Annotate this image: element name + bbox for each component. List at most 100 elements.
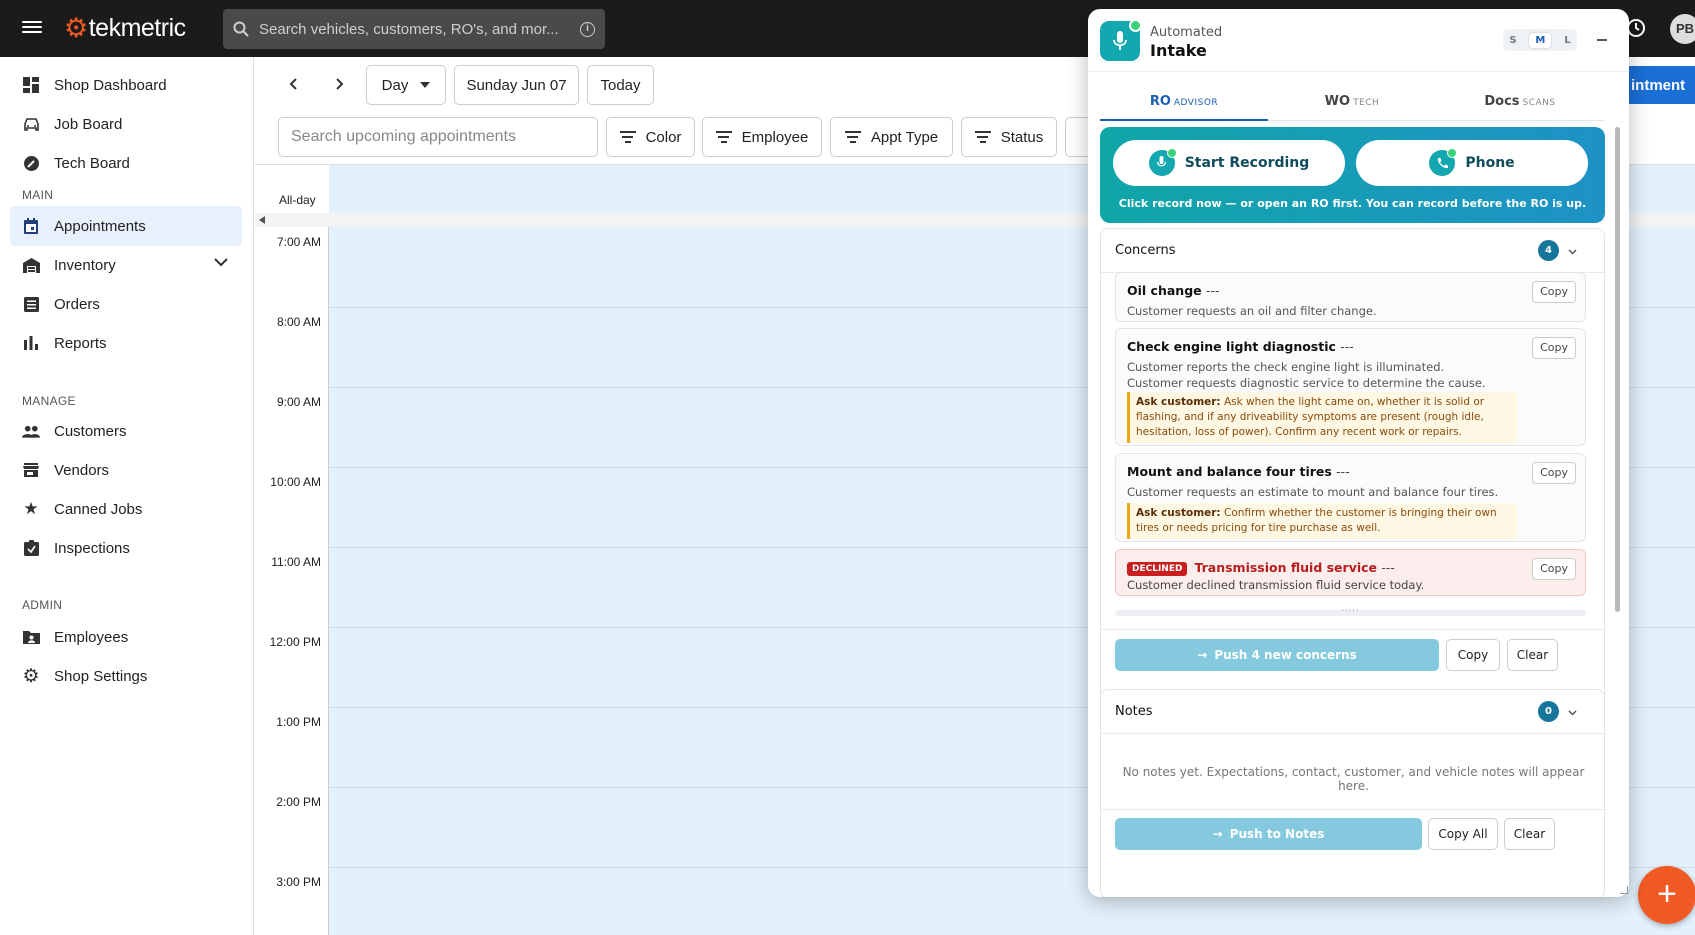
tab-label: Docs bbox=[1484, 94, 1520, 109]
all-day-label: All-day bbox=[279, 193, 316, 207]
concern-title-dash: --- bbox=[1205, 283, 1220, 298]
sidebar-item-label: Tech Board bbox=[54, 154, 130, 172]
clock-icon[interactable] bbox=[1626, 18, 1646, 38]
wrench-gear-icon: ⚙ bbox=[64, 12, 88, 43]
concerns-title: Concerns bbox=[1115, 243, 1176, 258]
clipboard-icon bbox=[22, 539, 40, 557]
copy-button[interactable]: Copy bbox=[1532, 558, 1576, 580]
panel-scrollbar[interactable] bbox=[1615, 127, 1620, 612]
sidebar-item-shop-settings[interactable]: ⚙ Shop Settings bbox=[10, 656, 242, 696]
people-icon bbox=[22, 422, 40, 440]
copy-button[interactable]: Copy bbox=[1532, 281, 1576, 303]
info-icon[interactable]: i bbox=[580, 21, 595, 37]
sidebar-item-label: Reports bbox=[54, 334, 107, 352]
sidebar-item-employees[interactable]: Employees bbox=[10, 617, 242, 657]
time-label: 9:00 AM bbox=[276, 395, 321, 409]
concern-title-text: Oil change bbox=[1127, 283, 1202, 298]
sidebar-item-job-board[interactable]: Job Board bbox=[10, 104, 242, 144]
concern-card-declined: DECLINED Transmission fluid service --- C… bbox=[1115, 549, 1586, 596]
chevron-down-icon[interactable] bbox=[1568, 708, 1577, 717]
bar-chart-icon bbox=[22, 334, 40, 352]
global-search[interactable]: Search vehicles, customers, RO's, and mo… bbox=[223, 9, 605, 49]
size-m-button[interactable]: M bbox=[1529, 32, 1552, 48]
minimize-icon[interactable] bbox=[1597, 39, 1607, 41]
ask-customer-label: Ask customer: bbox=[1136, 396, 1221, 408]
ask-customer-callout: Ask customer: Confirm whether the custom… bbox=[1127, 503, 1517, 539]
sidebar-item-vendors[interactable]: Vendors bbox=[10, 450, 242, 490]
microphone-icon bbox=[1113, 31, 1127, 50]
copy-all-notes-button[interactable]: Copy All bbox=[1428, 818, 1498, 850]
chevron-left-icon[interactable] bbox=[288, 78, 300, 90]
concern-title-text: Check engine light diagnostic bbox=[1127, 339, 1336, 354]
tab-wo-tech[interactable]: WO TECH bbox=[1268, 83, 1436, 121]
arrow-right-icon: → bbox=[1212, 827, 1223, 841]
panel-resize-grip[interactable] bbox=[1620, 886, 1628, 894]
size-l-button[interactable]: L bbox=[1564, 35, 1570, 46]
push-notes-button[interactable]: → Push to Notes bbox=[1115, 818, 1422, 850]
view-select[interactable]: Day bbox=[366, 65, 446, 105]
concern-card: Oil change --- Customer requests an oil … bbox=[1115, 272, 1586, 322]
sidebar-item-reports[interactable]: Reports bbox=[10, 323, 242, 363]
concern-title-dash: --- bbox=[1381, 560, 1395, 575]
clear-concerns-button[interactable]: Clear bbox=[1507, 639, 1558, 671]
sidebar-item-customers[interactable]: Customers bbox=[10, 411, 242, 451]
concern-description: Customer reports the check engine light … bbox=[1127, 360, 1486, 390]
copy-concerns-button[interactable]: Copy bbox=[1446, 639, 1500, 671]
menu-icon[interactable] bbox=[22, 18, 42, 38]
brand-name: tekmetric bbox=[88, 13, 186, 42]
view-select-value: Day bbox=[381, 76, 409, 94]
size-s-button[interactable]: S bbox=[1509, 35, 1516, 46]
sidebar-item-inventory[interactable]: Inventory bbox=[10, 245, 242, 285]
brand-logo[interactable]: ⚙ tekmetric bbox=[64, 13, 186, 43]
filter-status-button[interactable]: Status bbox=[961, 117, 1057, 157]
sidebar-item-orders[interactable]: Orders bbox=[10, 284, 242, 324]
sidebar-item-shop-dashboard[interactable]: Shop Dashboard bbox=[10, 65, 242, 105]
push-concerns-button[interactable]: → Push 4 new concerns bbox=[1115, 639, 1439, 671]
today-button[interactable]: Today bbox=[587, 65, 654, 105]
date-picker-button[interactable]: Sunday Jun 07 bbox=[454, 65, 579, 105]
concern-title: Oil change --- bbox=[1127, 283, 1220, 298]
time-label: 8:00 AM bbox=[276, 315, 321, 329]
mic-badge bbox=[1100, 19, 1142, 61]
filter-appt-type-button[interactable]: Appt Type bbox=[830, 117, 953, 157]
scroll-left-icon[interactable] bbox=[259, 216, 265, 224]
start-recording-button[interactable]: Start Recording bbox=[1113, 140, 1345, 186]
appointment-search-input[interactable]: Search upcoming appointments bbox=[278, 117, 598, 157]
filter-employee-button[interactable]: Employee bbox=[702, 117, 822, 157]
sidebar-item-tech-board[interactable]: Tech Board bbox=[10, 143, 242, 183]
panel-tabs: RO ADVISOR WO TECH Docs SCANS bbox=[1100, 83, 1605, 121]
concern-description: Customer declined transmission fluid ser… bbox=[1127, 578, 1425, 592]
sidebar-item-appointments[interactable]: Appointments bbox=[10, 206, 242, 246]
filter-color-button[interactable]: Color bbox=[606, 117, 695, 157]
clear-notes-button[interactable]: Clear bbox=[1504, 818, 1555, 850]
notes-header[interactable]: Notes 0 bbox=[1101, 690, 1604, 734]
filter-label: Color bbox=[645, 128, 682, 146]
new-appointment-button[interactable]: intment bbox=[1625, 66, 1695, 104]
concerns-header[interactable]: Concerns 4 bbox=[1101, 229, 1604, 273]
chevron-down-icon[interactable] bbox=[1568, 247, 1577, 256]
notes-count-badge: 0 bbox=[1538, 701, 1559, 722]
sidebar-item-canned-jobs[interactable]: ★ Canned Jobs bbox=[10, 489, 242, 529]
tab-docs-scans[interactable]: Docs SCANS bbox=[1436, 83, 1604, 121]
chevron-down-icon[interactable] bbox=[214, 258, 228, 267]
panel-header[interactable]: Automated Intake S M L bbox=[1088, 9, 1629, 72]
calendar-icon bbox=[22, 217, 40, 235]
add-fab-button[interactable]: + bbox=[1638, 866, 1695, 924]
chevron-right-icon[interactable] bbox=[333, 78, 345, 90]
resize-handle[interactable]: ····· bbox=[1115, 607, 1586, 616]
sidebar-item-label: Orders bbox=[54, 295, 100, 313]
copy-button[interactable]: Copy bbox=[1532, 462, 1576, 484]
tab-ro-advisor[interactable]: RO ADVISOR bbox=[1100, 83, 1268, 121]
copy-button[interactable]: Copy bbox=[1532, 337, 1576, 359]
filter-icon bbox=[844, 131, 861, 143]
push-concerns-label: Push 4 new concerns bbox=[1214, 648, 1357, 662]
time-label: 10:00 AM bbox=[270, 475, 321, 489]
avatar[interactable]: PB bbox=[1670, 14, 1695, 44]
tab-sublabel: SCANS bbox=[1522, 98, 1556, 108]
time-label: 3:00 PM bbox=[276, 875, 321, 889]
phone-button[interactable]: Phone bbox=[1356, 140, 1588, 186]
sidebar-item-inspections[interactable]: Inspections bbox=[10, 528, 242, 568]
size-toggle: S M L bbox=[1503, 29, 1577, 51]
ask-customer-callout: Ask customer: Ask when the light came on… bbox=[1127, 392, 1517, 443]
caret-down-icon bbox=[420, 82, 431, 88]
